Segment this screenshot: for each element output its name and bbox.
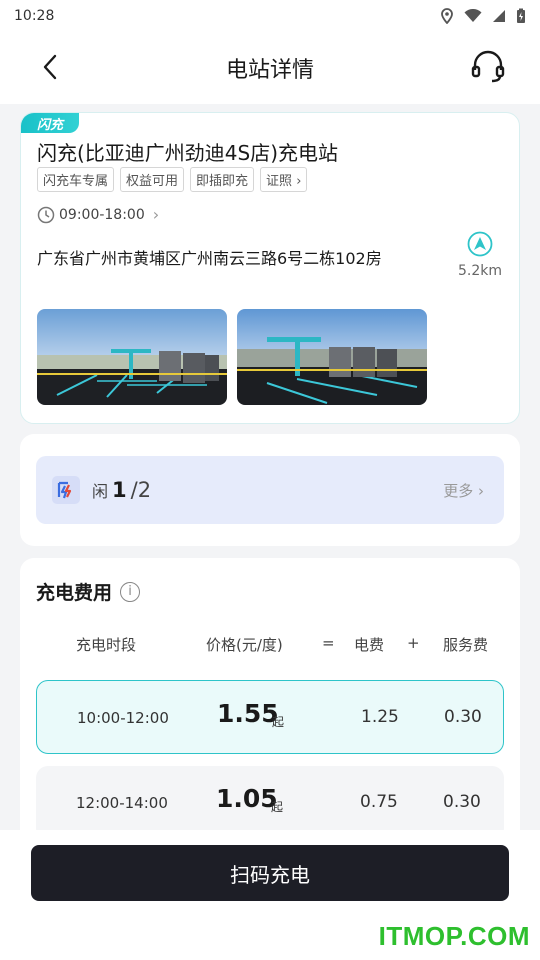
header-electricity: 电费 bbox=[354, 636, 385, 654]
fee-price: 1.55 bbox=[217, 699, 279, 728]
status-time: 10:28 bbox=[14, 8, 55, 24]
fee-period: 10:00-12:00 bbox=[77, 709, 169, 727]
scroll-content[interactable]: 闪充 闪充(比亚迪广州劲迪4S店)充电站 闪充车专属 权益可用 即插即充 证照 … bbox=[0, 104, 540, 830]
clock-icon bbox=[37, 206, 55, 223]
fee-price-suffix: 起 bbox=[272, 715, 285, 729]
fee-electricity: 0.75 bbox=[360, 792, 398, 812]
station-photos bbox=[37, 309, 427, 405]
chevron-right-icon: › bbox=[152, 205, 160, 224]
fee-electricity: 1.25 bbox=[361, 707, 399, 727]
fee-service: 0.30 bbox=[444, 707, 482, 727]
header-price: 价格(元/度) bbox=[206, 636, 283, 654]
station-tags: 闪充车专属 权益可用 即插即充 证照 › bbox=[37, 167, 308, 192]
watermark: ITMOP.COM bbox=[378, 921, 530, 951]
header-plus: + bbox=[407, 634, 420, 652]
bottom-action-bar: 扫码充电 ITMOP.COM bbox=[0, 830, 540, 960]
fee-title-text: 充电费用 bbox=[36, 582, 113, 604]
status-icons bbox=[440, 8, 526, 24]
station-name: 闪充(比亚迪广州劲迪4S店)充电站 bbox=[37, 141, 339, 165]
station-card: 闪充 闪充(比亚迪广州劲迪4S店)充电站 闪充车专属 权益可用 即插即充 证照 … bbox=[20, 112, 520, 424]
navigate-button[interactable]: 5.2km bbox=[455, 231, 505, 279]
available-count: 1 bbox=[112, 478, 127, 502]
fee-service: 0.30 bbox=[443, 792, 481, 812]
wifi-icon bbox=[464, 9, 482, 22]
tag-flash-only: 闪充车专属 bbox=[37, 167, 115, 192]
tag-license-label: 证照 bbox=[266, 174, 293, 189]
fee-period: 12:00-14:00 bbox=[76, 794, 168, 812]
station-address: 广东省广州市黄埔区广州南云三路6号二栋102房 bbox=[37, 249, 382, 268]
location-icon bbox=[441, 8, 453, 24]
fee-row[interactable]: 12:00-14:00 1.05 起 0.75 0.30 bbox=[36, 766, 504, 830]
hours-text: 09:00-18:00 bbox=[59, 206, 145, 223]
scan-to-charge-button[interactable]: 扫码充电 bbox=[31, 845, 509, 901]
distance: 5.2km bbox=[457, 263, 502, 279]
charger-status-summary[interactable]: 闲 1/2 更多 › bbox=[36, 456, 504, 524]
idle-label: 闲 bbox=[92, 482, 109, 501]
total-count: /2 bbox=[130, 478, 152, 502]
info-icon[interactable]: i bbox=[120, 581, 141, 602]
status-bar: 10:28 bbox=[0, 0, 540, 32]
tag-benefits: 权益可用 bbox=[120, 167, 185, 192]
back-icon[interactable] bbox=[36, 52, 66, 82]
fee-price-suffix: 起 bbox=[271, 800, 284, 814]
tag-license[interactable]: 证照 › bbox=[260, 167, 308, 192]
more-label: 更多 bbox=[443, 482, 474, 500]
fee-table-header: 充电时段 价格(元/度) = 电费 + 服务费 bbox=[20, 634, 520, 658]
station-photo-1[interactable] bbox=[37, 309, 227, 405]
more-link[interactable]: 更多 › bbox=[443, 480, 484, 501]
availability: 闲 1/2 bbox=[92, 478, 151, 502]
header-period: 充电时段 bbox=[76, 636, 137, 654]
customer-service-icon[interactable] bbox=[470, 50, 506, 84]
flash-charge-icon bbox=[52, 476, 80, 504]
battery-icon bbox=[517, 8, 525, 23]
fee-price: 1.05 bbox=[216, 784, 278, 813]
fee-row[interactable]: 10:00-12:00 1.55 起 1.25 0.30 bbox=[36, 680, 504, 754]
fee-card: 充电费用 i 充电时段 价格(元/度) = 电费 + 服务费 10:00-12:… bbox=[20, 558, 520, 830]
fee-title: 充电费用 i bbox=[36, 578, 141, 605]
header-service: 服务费 bbox=[443, 636, 489, 654]
header-equals: = bbox=[322, 634, 335, 652]
nav-bar: 电站详情 bbox=[0, 32, 540, 104]
tag-plug-and-charge: 即插即充 bbox=[190, 167, 255, 192]
opening-hours[interactable]: 09:00-18:00 › bbox=[37, 205, 159, 224]
charger-status-card: 闲 1/2 更多 › bbox=[20, 434, 520, 546]
navigation-arrow-icon bbox=[467, 231, 493, 257]
flash-badge: 闪充 bbox=[21, 113, 79, 133]
signal-icon bbox=[493, 10, 505, 22]
station-photo-2[interactable] bbox=[237, 309, 427, 405]
page-title: 电站详情 bbox=[225, 58, 314, 83]
